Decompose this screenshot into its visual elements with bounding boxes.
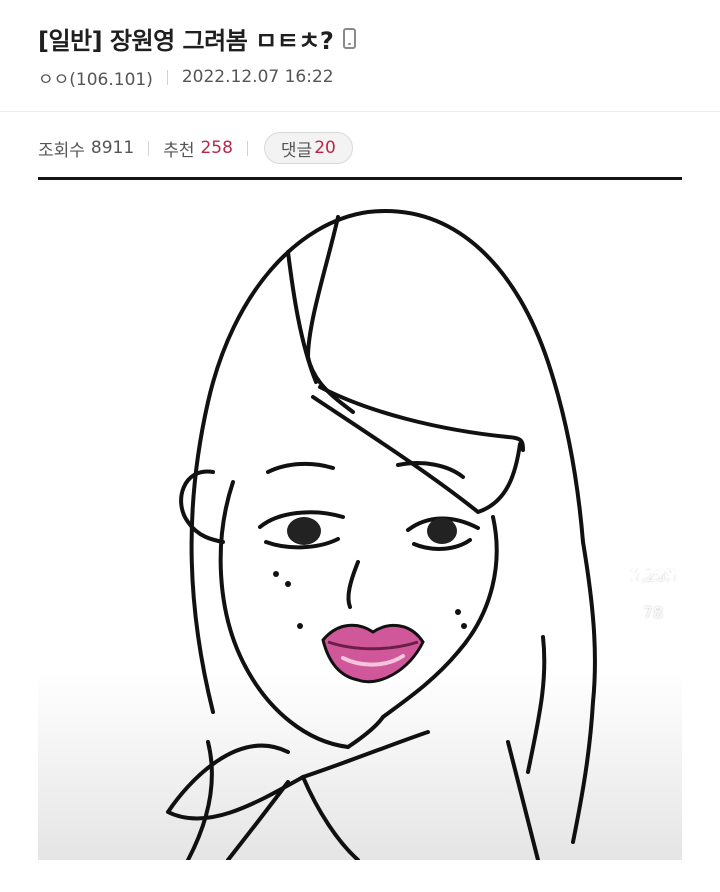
views-label: 조회수	[38, 140, 85, 161]
recommend-count: 258	[200, 138, 233, 158]
post-title: [일반] 장원영 그려봄 ㅁㅌㅊ?	[38, 26, 334, 55]
stats-divider	[148, 140, 150, 156]
post-stats: 조회수 8911 추천 258 댓글 20	[38, 130, 353, 166]
post-header: [일반] 장원영 그려봄 ㅁㅌㅊ? ㅇㅇ(106.101) 2022.12.07…	[0, 0, 720, 112]
comments-count: 20	[314, 138, 336, 158]
content-divider	[38, 177, 682, 180]
post-image: 3,285 78	[38, 182, 682, 860]
mobile-icon	[343, 27, 357, 49]
image-shade	[38, 670, 682, 860]
post-author[interactable]: ㅇㅇ(106.101)	[38, 65, 153, 90]
title-row: [일반] 장원영 그려봄 ㅁㅌㅊ?	[38, 18, 357, 58]
stats-divider	[246, 140, 248, 156]
comments-button[interactable]: 댓글 20	[263, 132, 353, 164]
header-divider	[0, 111, 720, 112]
recommend-label: 추천	[163, 140, 195, 161]
meta-divider	[166, 69, 168, 85]
repost-icon[interactable]	[630, 562, 676, 606]
comments-label: 댓글	[280, 140, 313, 161]
video-actions: 3,285 78	[630, 562, 676, 636]
post-meta: ㅇㅇ(106.101) 2022.12.07 16:22	[38, 64, 334, 90]
post-datetime: 2022.12.07 16:22	[181, 67, 334, 87]
views-count: 8911	[90, 138, 135, 158]
